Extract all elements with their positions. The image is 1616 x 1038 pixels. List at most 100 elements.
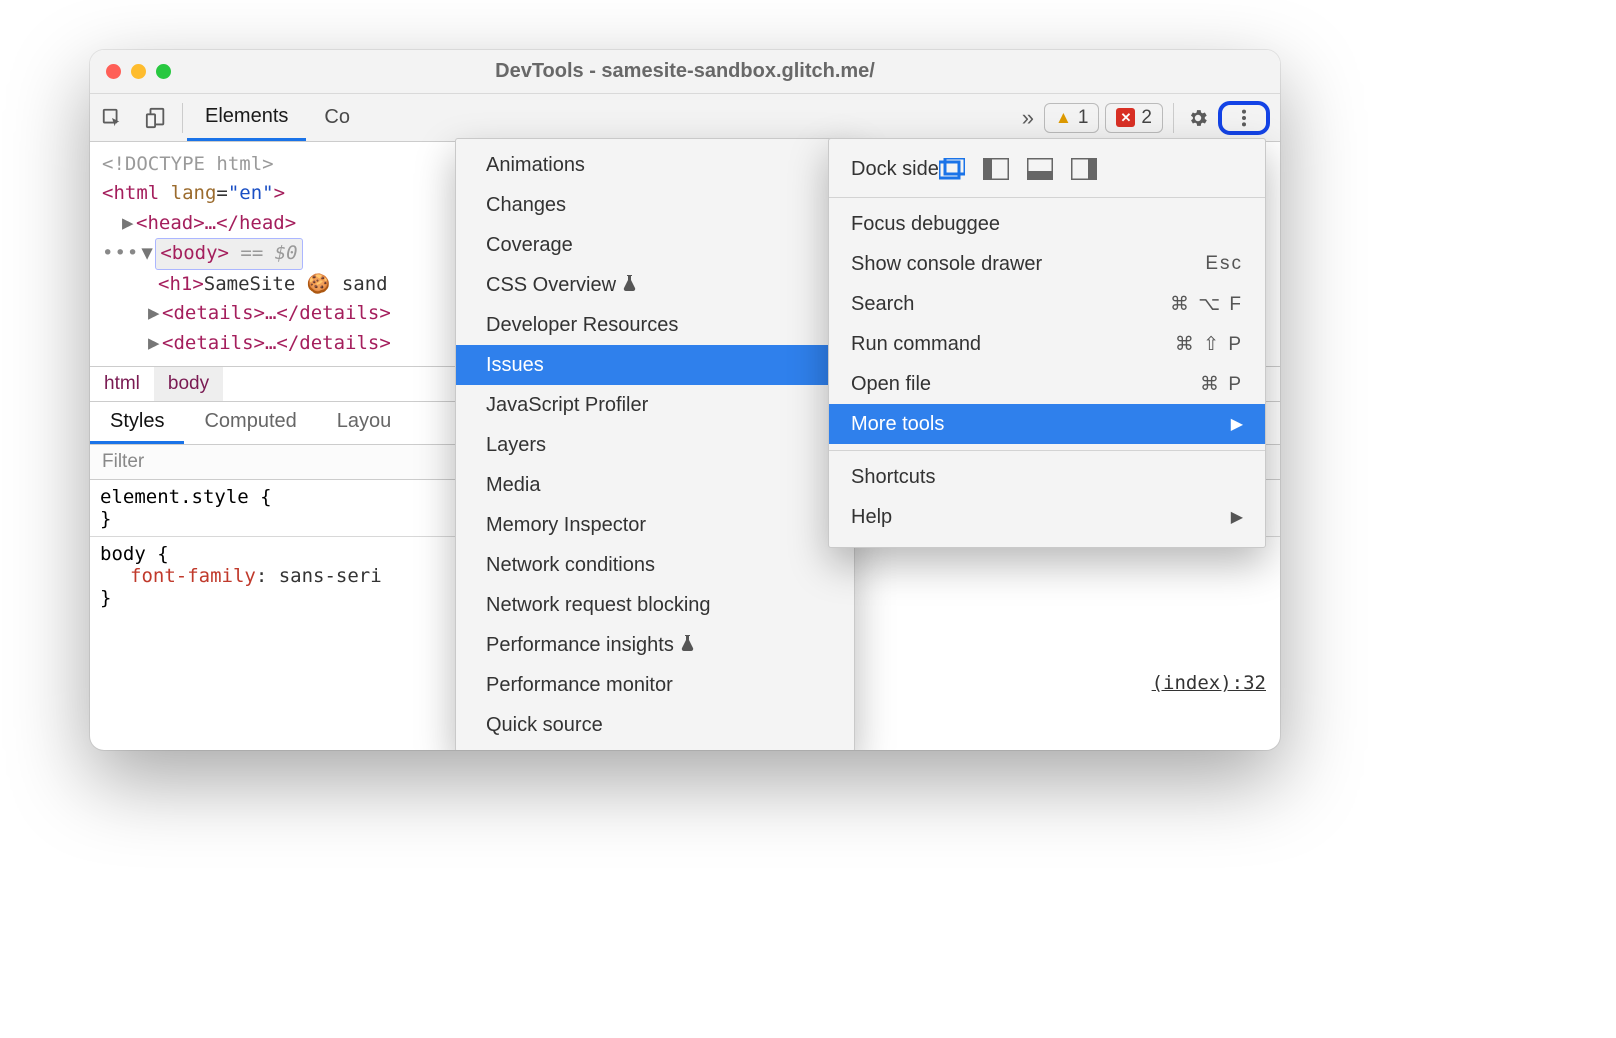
menu-item-shortcuts[interactable]: Shortcuts (829, 457, 1265, 497)
head-node[interactable]: <head>…</head> (136, 212, 296, 234)
device-toolbar-icon[interactable] (134, 107, 178, 129)
menu-shortcut: ⌘ ⌥ F (1170, 293, 1243, 316)
submenu-item-label: Media (486, 474, 540, 497)
submenu-item-network-request-blocking[interactable]: Network request blocking (456, 585, 854, 625)
html-attr-val: "en" (228, 182, 274, 204)
submenu-arrow-icon: ▶ (1231, 414, 1243, 434)
menu-item-label: Open file (851, 373, 1200, 396)
menu-item-label: Shortcuts (851, 466, 1243, 489)
flask-icon (680, 634, 695, 656)
breadcrumb-body[interactable]: body (154, 367, 223, 401)
submenu-item-javascript-profiler[interactable]: JavaScript Profiler (456, 385, 854, 425)
style-source-link[interactable]: (index):32 (1152, 672, 1266, 694)
submenu-item-label: Changes (486, 194, 566, 217)
dock-right-icon[interactable] (1071, 158, 1097, 180)
menu-item-focus-debuggee[interactable]: Focus debuggee (829, 204, 1265, 244)
tab-layout-truncated[interactable]: Layou (317, 402, 412, 444)
error-icon: ✕ (1116, 108, 1135, 127)
body-node-selected[interactable]: <body> == $0 (155, 238, 302, 269)
expand-triangle-icon[interactable]: ▶ (122, 209, 136, 238)
submenu-item-animations[interactable]: Animations (456, 145, 854, 185)
menu-shortcut: Esc (1205, 253, 1243, 275)
menu-item-open-file[interactable]: Open file⌘ P (829, 364, 1265, 404)
submenu-item-performance-monitor[interactable]: Performance monitor (456, 665, 854, 705)
close-window-button[interactable] (106, 64, 121, 79)
menu-item-label: Help (851, 506, 1231, 529)
kebab-highlight-ring (1218, 101, 1270, 135)
css-value: : sans-seri (256, 565, 382, 587)
menu-item-search[interactable]: Search⌘ ⌥ F (829, 284, 1265, 324)
html-tag: <html (102, 182, 171, 204)
submenu-item-label: Network conditions (486, 554, 655, 577)
submenu-item-quick-source[interactable]: Quick source (456, 705, 854, 745)
overflow-dots-icon[interactable]: ••• (102, 239, 139, 268)
expand-triangle-icon[interactable]: ▼ (141, 239, 155, 268)
menu-item-label: More tools (851, 413, 1231, 436)
window-controls (90, 64, 171, 79)
tab-styles[interactable]: Styles (90, 402, 184, 444)
warnings-count: 1 (1078, 107, 1089, 129)
window-title: DevTools - samesite-sandbox.glitch.me/ (90, 60, 1280, 83)
errors-count: 2 (1141, 107, 1152, 129)
settings-gear-icon[interactable] (1178, 107, 1218, 129)
zoom-window-button[interactable] (156, 64, 171, 79)
submenu-item-performance-insights[interactable]: Performance insights (456, 625, 854, 665)
titlebar: DevTools - samesite-sandbox.glitch.me/ (90, 50, 1280, 94)
submenu-item-label: Performance monitor (486, 674, 673, 697)
submenu-item-coverage[interactable]: Coverage (456, 225, 854, 265)
submenu-item-css-overview[interactable]: CSS Overview (456, 265, 854, 305)
submenu-item-label: Developer Resources (486, 314, 678, 337)
menu-shortcut: ⌘ P (1200, 373, 1243, 396)
submenu-item-label: Layers (486, 434, 546, 457)
submenu-item-label: Issues (486, 354, 544, 377)
expand-triangle-icon[interactable]: ▶ (148, 299, 162, 328)
errors-badge[interactable]: ✕ 2 (1105, 103, 1163, 133)
main-toolbar: Elements Co » ▲ 1 ✕ 2 (90, 94, 1280, 142)
details-node[interactable]: <details>…</details> (162, 332, 391, 354)
warnings-badge[interactable]: ▲ 1 (1044, 103, 1099, 133)
tab-elements[interactable]: Elements (187, 94, 306, 141)
tab-computed[interactable]: Computed (184, 402, 316, 444)
h1-text: SameSite 🍪 sand (204, 273, 388, 295)
menu-item-run-command[interactable]: Run command⌘ ⇧ P (829, 324, 1265, 364)
submenu-item-developer-resources[interactable]: Developer Resources (456, 305, 854, 345)
menu-item-label: Run command (851, 333, 1175, 356)
submenu-item-label: Quick source (486, 714, 603, 737)
submenu-item-label: Coverage (486, 234, 573, 257)
submenu-item-label: Performance insights (486, 634, 674, 657)
kebab-menu-icon[interactable] (1224, 107, 1264, 129)
inspect-element-icon[interactable] (90, 107, 134, 129)
details-node[interactable]: <details>…</details> (162, 302, 391, 324)
menu-item-label: Focus debuggee (851, 213, 1243, 236)
devtools-window: DevTools - samesite-sandbox.glitch.me/ E… (90, 50, 1280, 750)
warning-icon: ▲ (1055, 108, 1072, 128)
submenu-item-label: JavaScript Profiler (486, 394, 648, 417)
minimize-window-button[interactable] (131, 64, 146, 79)
menu-item-show-console-drawer[interactable]: Show console drawerEsc (829, 244, 1265, 284)
css-property: font-family (130, 565, 256, 587)
dock-side-row: Dock side (829, 147, 1265, 191)
submenu-item-network-conditions[interactable]: Network conditions (456, 545, 854, 585)
flask-icon (622, 274, 637, 296)
doctype-node: <!DOCTYPE html> (102, 153, 274, 175)
html-attr: lang (171, 182, 217, 204)
submenu-item-issues[interactable]: Issues (456, 345, 854, 385)
menu-item-more-tools[interactable]: More tools▶ (829, 404, 1265, 444)
separator (1173, 103, 1174, 133)
more-tabs-chevron-icon[interactable]: » (1012, 105, 1044, 131)
expand-triangle-icon[interactable]: ▶ (148, 329, 162, 358)
submenu-item-media[interactable]: Media (456, 465, 854, 505)
tab-console-truncated[interactable]: Co (306, 94, 368, 141)
menu-item-help[interactable]: Help▶ (829, 497, 1265, 537)
submenu-item-memory-inspector[interactable]: Memory Inspector (456, 505, 854, 545)
submenu-item-changes[interactable]: Changes (456, 185, 854, 225)
dock-undock-icon[interactable] (939, 158, 965, 180)
dock-side-label: Dock side (851, 158, 939, 181)
dock-left-icon[interactable] (983, 158, 1009, 180)
menu-item-label: Show console drawer (851, 253, 1205, 276)
submenu-item-layers[interactable]: Layers (456, 425, 854, 465)
submenu-item-label: Memory Inspector (486, 514, 646, 537)
dock-bottom-icon[interactable] (1027, 158, 1053, 180)
breadcrumb-html[interactable]: html (90, 367, 154, 401)
submenu-item-label: Network request blocking (486, 594, 711, 617)
